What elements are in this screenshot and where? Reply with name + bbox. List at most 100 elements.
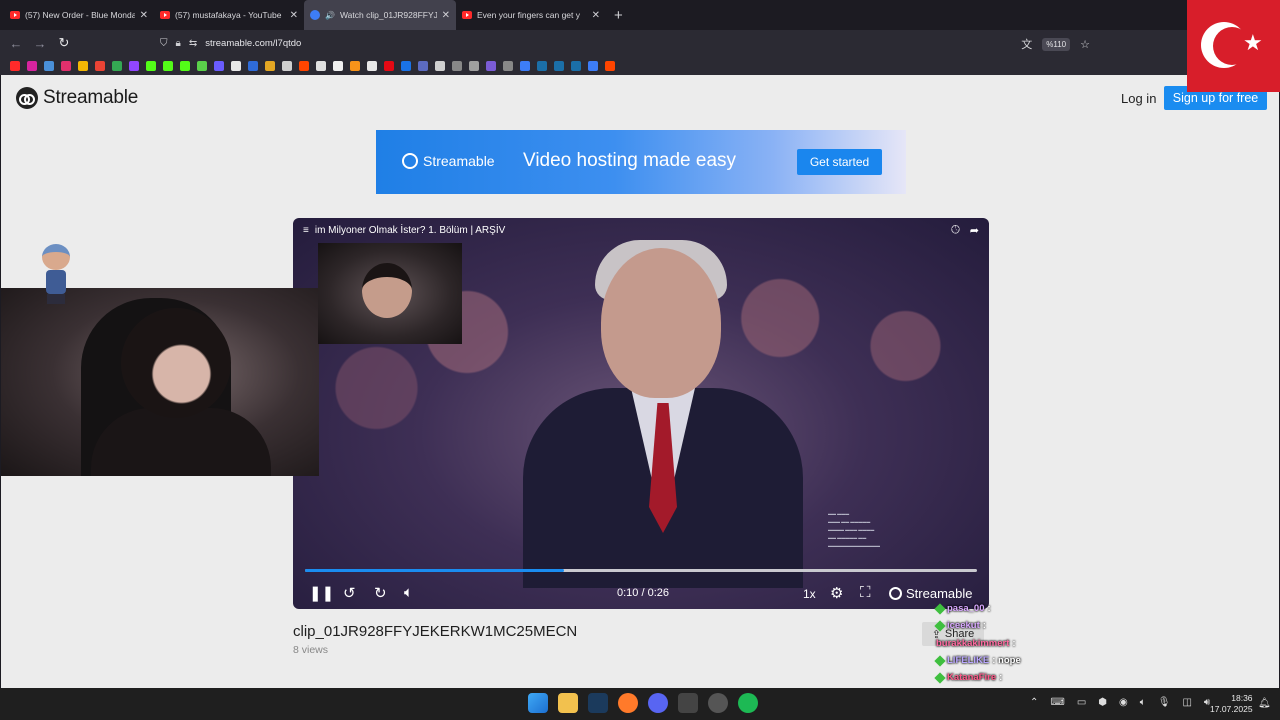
playback-speed[interactable]: 1x	[803, 587, 816, 601]
bookmark-docs-icon[interactable]	[44, 60, 54, 71]
app-icon[interactable]	[678, 693, 698, 713]
tab-new-order[interactable]: (57) New Order - Blue Monday ✕	[4, 0, 154, 30]
bookmark-twitch-icon[interactable]	[129, 60, 139, 71]
share-arrow-icon[interactable]: ➦	[970, 224, 979, 237]
translate-icon[interactable]: 文	[1021, 36, 1032, 52]
promo-banner[interactable]: Streamable Video hosting made easy Get s…	[376, 130, 906, 194]
bookmark-app-icon[interactable]	[333, 60, 343, 71]
bookmark-reddit-icon[interactable]	[605, 60, 615, 71]
chat-line: KatanaFire:	[934, 669, 1076, 686]
bookmark-bitcoin-icon[interactable]	[350, 60, 360, 71]
lock-icon[interactable]: 🔒︎	[176, 38, 181, 49]
windows-start-icon[interactable]	[528, 693, 548, 713]
bookmark-streamable-icon[interactable]	[520, 60, 530, 71]
get-started-button[interactable]: Get started	[797, 149, 882, 175]
bookmark-app-icon[interactable]	[265, 60, 275, 71]
close-icon[interactable]: ✕	[592, 10, 600, 21]
keyboard-icon[interactable]: ⌨	[1050, 697, 1064, 708]
settings-gear-icon[interactable]: ⚙	[830, 584, 843, 602]
bookmark-steam-icon[interactable]	[537, 60, 547, 71]
bookmark-drive-icon[interactable]	[112, 60, 122, 71]
bookmark-star-icon[interactable]: ☆	[1080, 38, 1090, 51]
streamable-icon	[310, 10, 320, 20]
streamable-logo-icon	[16, 87, 38, 109]
bookmark-app-icon[interactable]	[469, 60, 479, 71]
shield-icon[interactable]: ⛉	[160, 38, 168, 49]
back-arrow-icon[interactable]: ←	[4, 31, 28, 55]
streamable-logo[interactable]: Streamable	[16, 87, 138, 109]
volume-icon[interactable]: 🔈︎	[404, 584, 413, 601]
permissions-icon[interactable]: ⇆	[189, 38, 197, 49]
mic-icon[interactable]: 🎙︎	[1158, 697, 1171, 708]
watch-later-clock-icon[interactable]: 🕓︎	[951, 224, 960, 237]
discord-icon[interactable]	[648, 693, 668, 713]
steam-icon[interactable]	[588, 693, 608, 713]
clock-time: 18:36	[1231, 693, 1253, 703]
firefox-icon[interactable]	[618, 693, 638, 713]
bookmark-netflix-icon[interactable]	[384, 60, 394, 71]
forward-arrow-icon[interactable]: →	[28, 31, 52, 55]
bookmark-x-icon[interactable]	[231, 60, 241, 71]
close-icon[interactable]: ✕	[140, 10, 148, 21]
bookmark-kick-icon[interactable]	[163, 60, 173, 71]
bookmark-app-icon[interactable]	[418, 60, 428, 71]
logo-text: Streamable	[43, 87, 139, 108]
menu-icon[interactable]: ≡	[303, 225, 309, 236]
file-explorer-icon[interactable]	[558, 693, 578, 713]
obs-icon[interactable]	[708, 693, 728, 713]
bookmark-app-icon[interactable]	[367, 60, 377, 71]
bookmark-app-icon[interactable]	[401, 60, 411, 71]
bookmark-steam-icon[interactable]	[571, 60, 581, 71]
forward-10-icon[interactable]: ↻	[374, 584, 387, 602]
speaker-icon[interactable]: 🔊	[325, 11, 335, 20]
close-icon[interactable]: ✕	[290, 10, 298, 21]
spotify-icon[interactable]	[738, 693, 758, 713]
volume-tray-icon[interactable]: 🔈︎	[1140, 697, 1146, 708]
video-time: 0:10 / 0:26	[617, 587, 669, 599]
video-progress-bar[interactable]	[305, 569, 977, 572]
tray-chevron-icon[interactable]: ⌃	[1030, 697, 1038, 708]
rewind-10-icon[interactable]: ↺	[343, 584, 356, 602]
sprite-body	[46, 270, 66, 294]
tab-streamable-clip[interactable]: 🔊 Watch clip_01JR928FFYJEKE ✕	[304, 0, 456, 30]
notification-bell-icon[interactable]: 🔔︎	[1258, 698, 1271, 709]
bookmark-app-icon[interactable]	[503, 60, 513, 71]
login-link[interactable]: Log in	[1121, 91, 1156, 106]
bookmark-kick-icon[interactable]	[180, 60, 190, 71]
bookmark-streamable-icon[interactable]	[588, 60, 598, 71]
bookmark-app-icon[interactable]	[486, 60, 496, 71]
player-brand[interactable]: Streamable	[889, 586, 972, 601]
bookmark-app-icon[interactable]	[197, 60, 207, 71]
steam-tray-icon[interactable]: ◉	[1119, 697, 1128, 708]
reload-icon[interactable]: ↻	[52, 31, 76, 55]
app-tray-icon[interactable]: ⬢	[1098, 697, 1107, 708]
bookmark-steam-icon[interactable]	[554, 60, 564, 71]
banner-brand: Streamable	[423, 153, 495, 169]
bookmark-apps-icon[interactable]	[78, 60, 88, 71]
bookmark-youtube-icon[interactable]	[10, 60, 20, 71]
bookmark-gmail-icon[interactable]	[95, 60, 105, 71]
bookmark-reddit-icon[interactable]	[299, 60, 309, 71]
tab-even-your-fingers[interactable]: Even your fingers can get y ✕	[456, 0, 606, 30]
battery-icon[interactable]: ▭	[1077, 697, 1086, 708]
close-icon[interactable]: ✕	[442, 10, 450, 21]
url-bar[interactable]: ⛉ 🔒︎ ⇆ streamable.com/l7qtdo	[152, 33, 1102, 53]
bookmark-kick-icon[interactable]	[146, 60, 156, 71]
fullscreen-icon[interactable]: ⛶	[860, 584, 871, 601]
bookmark-app-icon[interactable]	[316, 60, 326, 71]
zoom-level[interactable]: %110	[1042, 37, 1071, 51]
bookmark-app-icon[interactable]	[248, 60, 258, 71]
url-text[interactable]: streamable.com/l7qtdo	[205, 38, 301, 49]
taskbar-clock[interactable]: 18:36 17.07.2025	[1210, 693, 1253, 715]
pause-icon[interactable]: ❚❚	[309, 584, 334, 602]
bookmark-app-icon[interactable]	[452, 60, 462, 71]
new-tab-plus-icon[interactable]: +	[614, 7, 623, 24]
bookmark-app-icon[interactable]	[214, 60, 224, 71]
network-icon[interactable]: ◫	[1182, 697, 1191, 708]
bookmark-app-icon[interactable]	[435, 60, 445, 71]
bookmark-app-icon[interactable]	[282, 60, 292, 71]
clip-title: clip_01JR928FFYJEKERKW1MC25MECN	[293, 623, 578, 640]
bookmark-instagram-icon[interactable]	[61, 60, 71, 71]
tab-mustafakaya[interactable]: (57) mustafakaya - YouTube ✕	[154, 0, 304, 30]
bookmark-instagram-icon[interactable]	[27, 60, 37, 71]
